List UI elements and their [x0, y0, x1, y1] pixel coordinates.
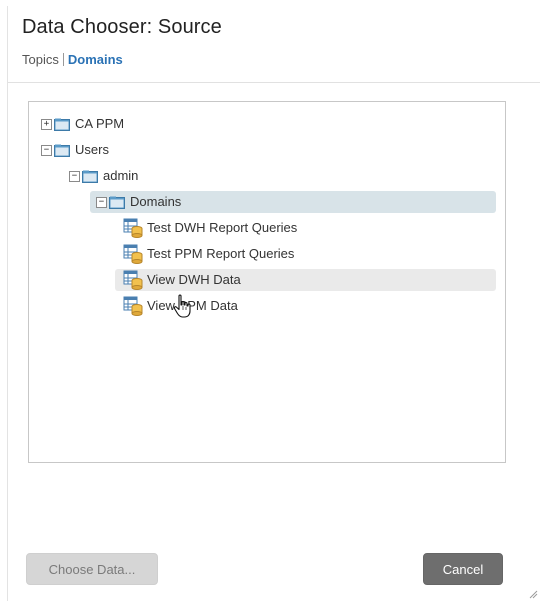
dialog-title: Data Chooser: Source: [22, 16, 222, 38]
domain-icon: [123, 270, 143, 290]
tree-node-test-ppm-report-queries[interactable]: Test PPM Report Queries: [123, 243, 294, 265]
choose-data-button[interactable]: Choose Data...: [26, 553, 158, 585]
domains-link[interactable]: Domains: [68, 52, 123, 67]
tree-node-label: Domains: [130, 194, 182, 209]
folder-icon: [54, 118, 70, 131]
tree-node-ca-ppm[interactable]: + CA PPM: [41, 113, 124, 135]
source-tree-panel: + CA PPM − Users − admin − Domains Test …: [28, 101, 506, 463]
tree-node-admin[interactable]: − admin: [69, 165, 138, 187]
domain-icon: [123, 218, 143, 238]
folder-icon: [54, 144, 70, 157]
tree-node-label: View DWH Data: [147, 272, 241, 287]
header-divider: [8, 82, 540, 83]
tree-node-view-dwh-data[interactable]: View DWH Data: [115, 269, 496, 291]
resize-grip-icon[interactable]: [528, 589, 538, 599]
folder-icon: [109, 196, 125, 209]
tree-node-label: CA PPM: [75, 116, 125, 131]
collapse-minus-icon[interactable]: −: [69, 170, 80, 182]
collapse-minus-icon[interactable]: −: [41, 144, 52, 156]
tree-node-domains[interactable]: − Domains: [90, 191, 496, 213]
hand-cursor-icon: [173, 294, 191, 318]
expand-plus-icon[interactable]: +: [41, 118, 52, 130]
breadcrumb: Topics Domains: [22, 52, 123, 67]
domain-icon: [123, 244, 143, 264]
topics-link[interactable]: Topics: [22, 52, 59, 67]
folder-icon: [82, 170, 98, 183]
breadcrumb-separator: [62, 53, 64, 66]
domain-icon: [123, 296, 143, 316]
tree-node-users[interactable]: − Users: [41, 139, 109, 161]
tree-node-test-dwh-report-queries[interactable]: Test DWH Report Queries: [123, 217, 297, 239]
tree-node-label: admin: [103, 168, 139, 183]
cancel-button[interactable]: Cancel: [423, 553, 503, 585]
collapse-minus-icon[interactable]: −: [96, 196, 107, 208]
tree-node-label: Test DWH Report Queries: [147, 220, 298, 235]
tree-node-label: Users: [75, 142, 109, 157]
tree-node-label: Test PPM Report Queries: [147, 246, 295, 261]
